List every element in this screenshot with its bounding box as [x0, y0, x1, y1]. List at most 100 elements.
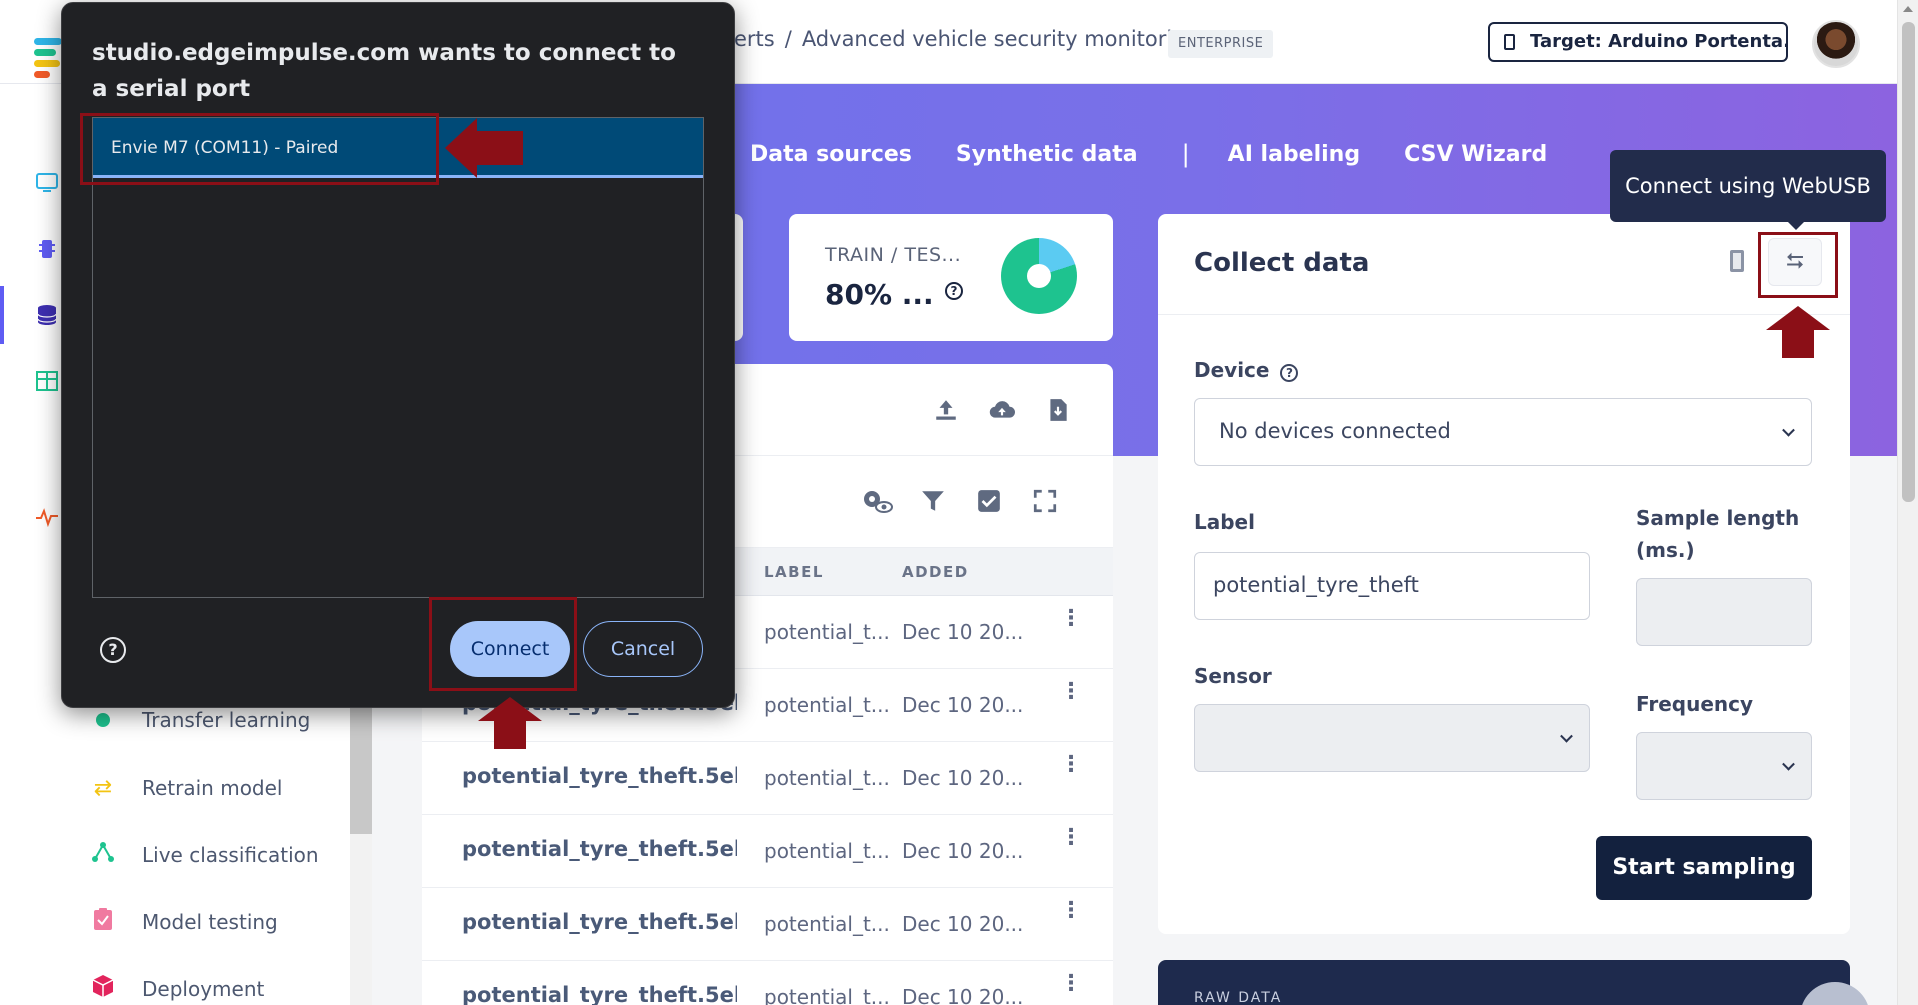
sample-length-unit: (ms.) [1636, 538, 1695, 562]
target-label: Target: Arduino Portenta... [1530, 31, 1788, 52]
settings-view-icon[interactable] [860, 488, 894, 514]
column-label[interactable]: LABEL [764, 563, 824, 581]
help-icon[interactable]: ? [1280, 364, 1299, 382]
collect-data-panel: Collect data ⮀ Device ? No devices conne… [1158, 214, 1850, 934]
raw-data-panel: RAW DATA [1158, 960, 1850, 1005]
device-chip-icon[interactable] [1730, 250, 1744, 272]
page-scrollbar[interactable] [1897, 0, 1918, 1005]
sample-added: Dec 10 20... [902, 985, 1024, 1005]
table-row[interactable]: potential_tyre_theft.5el8j... potential_… [422, 961, 1113, 1005]
sample-length-input[interactable] [1636, 578, 1812, 646]
sidebar-item-live-classification[interactable]: Live classification [88, 835, 319, 875]
sample-label: potential_t... [764, 912, 890, 936]
start-sampling-button[interactable]: Start sampling [1596, 836, 1812, 900]
more-options-icon[interactable]: ⋮ [1060, 973, 1082, 995]
serial-port-dialog: studio.edgeimpulse.com wants to connect … [61, 2, 735, 708]
split-label: TRAIN / TES... [825, 244, 962, 266]
dashboard-icon[interactable] [34, 170, 60, 196]
sidebar-item-deployment[interactable]: Deployment [88, 969, 264, 1005]
chevron-down-icon [1782, 423, 1795, 437]
label-field-label: Label [1194, 510, 1255, 534]
cube-icon [88, 974, 118, 1004]
data-tabs: Data sources Synthetic data | AI labelin… [750, 140, 1591, 168]
cancel-button[interactable]: Cancel [583, 621, 703, 677]
data-acquisition-icon[interactable] [34, 302, 60, 328]
label-input[interactable]: potential_tyre_theft [1194, 552, 1590, 620]
green-dot-icon [88, 708, 118, 733]
sidebar-item-label: Model testing [142, 910, 278, 934]
device-select[interactable]: No devices connected [1194, 398, 1812, 466]
breadcrumb-project[interactable]: erts [734, 27, 775, 51]
more-options-icon[interactable]: ⋮ [1060, 754, 1082, 776]
annotation-arrow-up-icon [478, 697, 542, 749]
clipboard-check-icon [88, 907, 118, 937]
serial-port-list[interactable]: Envie M7 (COM11) - Paired [92, 117, 704, 598]
sample-label: potential_t... [764, 693, 890, 717]
dialog-title: studio.edgeimpulse.com wants to connect … [92, 40, 676, 102]
more-options-icon[interactable]: ⋮ [1060, 608, 1082, 630]
eon-tuner-icon[interactable] [34, 504, 60, 530]
chevron-down-icon [1782, 757, 1795, 771]
help-icon[interactable]: ? [945, 282, 963, 300]
sidebar-item-label: Live classification [142, 843, 319, 867]
sidebar-item-label: Retrain model [142, 776, 283, 800]
sample-name[interactable]: potential_tyre_theft.5el8k... [462, 837, 737, 861]
sample-label: potential_t... [764, 839, 890, 863]
sample-label: potential_t... [764, 620, 890, 644]
column-added[interactable]: ADDED [902, 563, 969, 581]
table-row[interactable]: potential_tyre_theft.5el8j... potential_… [422, 888, 1113, 961]
edge-impulse-logo[interactable] [34, 38, 62, 78]
split-value: 80% ... [825, 278, 934, 311]
sample-added: Dec 10 20... [902, 839, 1024, 863]
sidebar-item-retrain-model[interactable]: ⇄ Retrain model [88, 768, 283, 808]
sidebar-active-indicator [0, 286, 4, 344]
breadcrumb-separator: / [784, 27, 792, 51]
sample-name[interactable]: potential_tyre_theft.5el8j... [462, 910, 737, 934]
nodes-icon [88, 841, 118, 869]
impulse-icon[interactable] [34, 368, 60, 394]
plan-badge: ENTERPRISE [1168, 30, 1274, 58]
user-avatar[interactable] [1812, 20, 1860, 68]
sample-name[interactable]: potential_tyre_theft.5el8j... [462, 983, 737, 1005]
more-options-icon[interactable]: ⋮ [1060, 900, 1082, 922]
chevron-down-icon [1560, 729, 1573, 743]
table-row[interactable]: potential_tyre_theft.5el8k... potential_… [422, 742, 1113, 815]
sample-length-label: Sample length [1636, 506, 1800, 530]
device-label-text: Device [1194, 358, 1270, 382]
fullscreen-icon[interactable] [1032, 488, 1058, 514]
annotation-box-connect [429, 597, 577, 691]
table-row[interactable]: potential_tyre_theft.5el8k... potential_… [422, 815, 1113, 888]
sensor-select[interactable] [1194, 704, 1590, 772]
export-icon[interactable] [1045, 397, 1071, 423]
cloud-upload-icon[interactable] [989, 397, 1015, 423]
webusb-tooltip: Connect using WebUSB [1610, 150, 1886, 230]
frequency-select[interactable] [1636, 732, 1812, 800]
annotation-box-port [80, 113, 439, 185]
chip-icon [1504, 34, 1515, 50]
device-select-value: No devices connected [1219, 419, 1451, 443]
select-all-icon[interactable] [976, 488, 1002, 514]
tab-data-sources[interactable]: Data sources [750, 142, 912, 167]
raw-data-label: RAW DATA [1194, 990, 1283, 1005]
more-options-icon[interactable]: ⋮ [1060, 827, 1082, 849]
annotation-box-webusb [1758, 232, 1838, 298]
upload-icon[interactable] [933, 397, 959, 423]
annotation-arrow-left-icon [445, 118, 523, 178]
sidebar-item-model-testing[interactable]: Model testing [88, 902, 278, 942]
collect-data-title: Collect data [1194, 248, 1370, 278]
devices-icon[interactable] [34, 236, 60, 262]
sample-label: potential_t... [764, 985, 890, 1005]
filter-icon[interactable] [920, 488, 946, 514]
sample-added: Dec 10 20... [902, 620, 1024, 644]
sample-added: Dec 10 20... [902, 766, 1024, 790]
help-icon[interactable]: ? [100, 637, 126, 663]
device-label: Device ? [1194, 358, 1299, 382]
more-options-icon[interactable]: ⋮ [1060, 681, 1082, 703]
scrollbar-thumb[interactable] [1902, 22, 1915, 502]
sample-name[interactable]: potential_tyre_theft.5el8k... [462, 764, 737, 788]
tab-ai-labeling[interactable]: AI labeling [1228, 142, 1360, 167]
tab-csv-wizard[interactable]: CSV Wizard [1404, 142, 1547, 167]
tab-synthetic-data[interactable]: Synthetic data [956, 142, 1138, 167]
target-device-button[interactable]: Target: Arduino Portenta... [1488, 22, 1788, 62]
scroll-up-icon[interactable] [1903, 6, 1913, 12]
